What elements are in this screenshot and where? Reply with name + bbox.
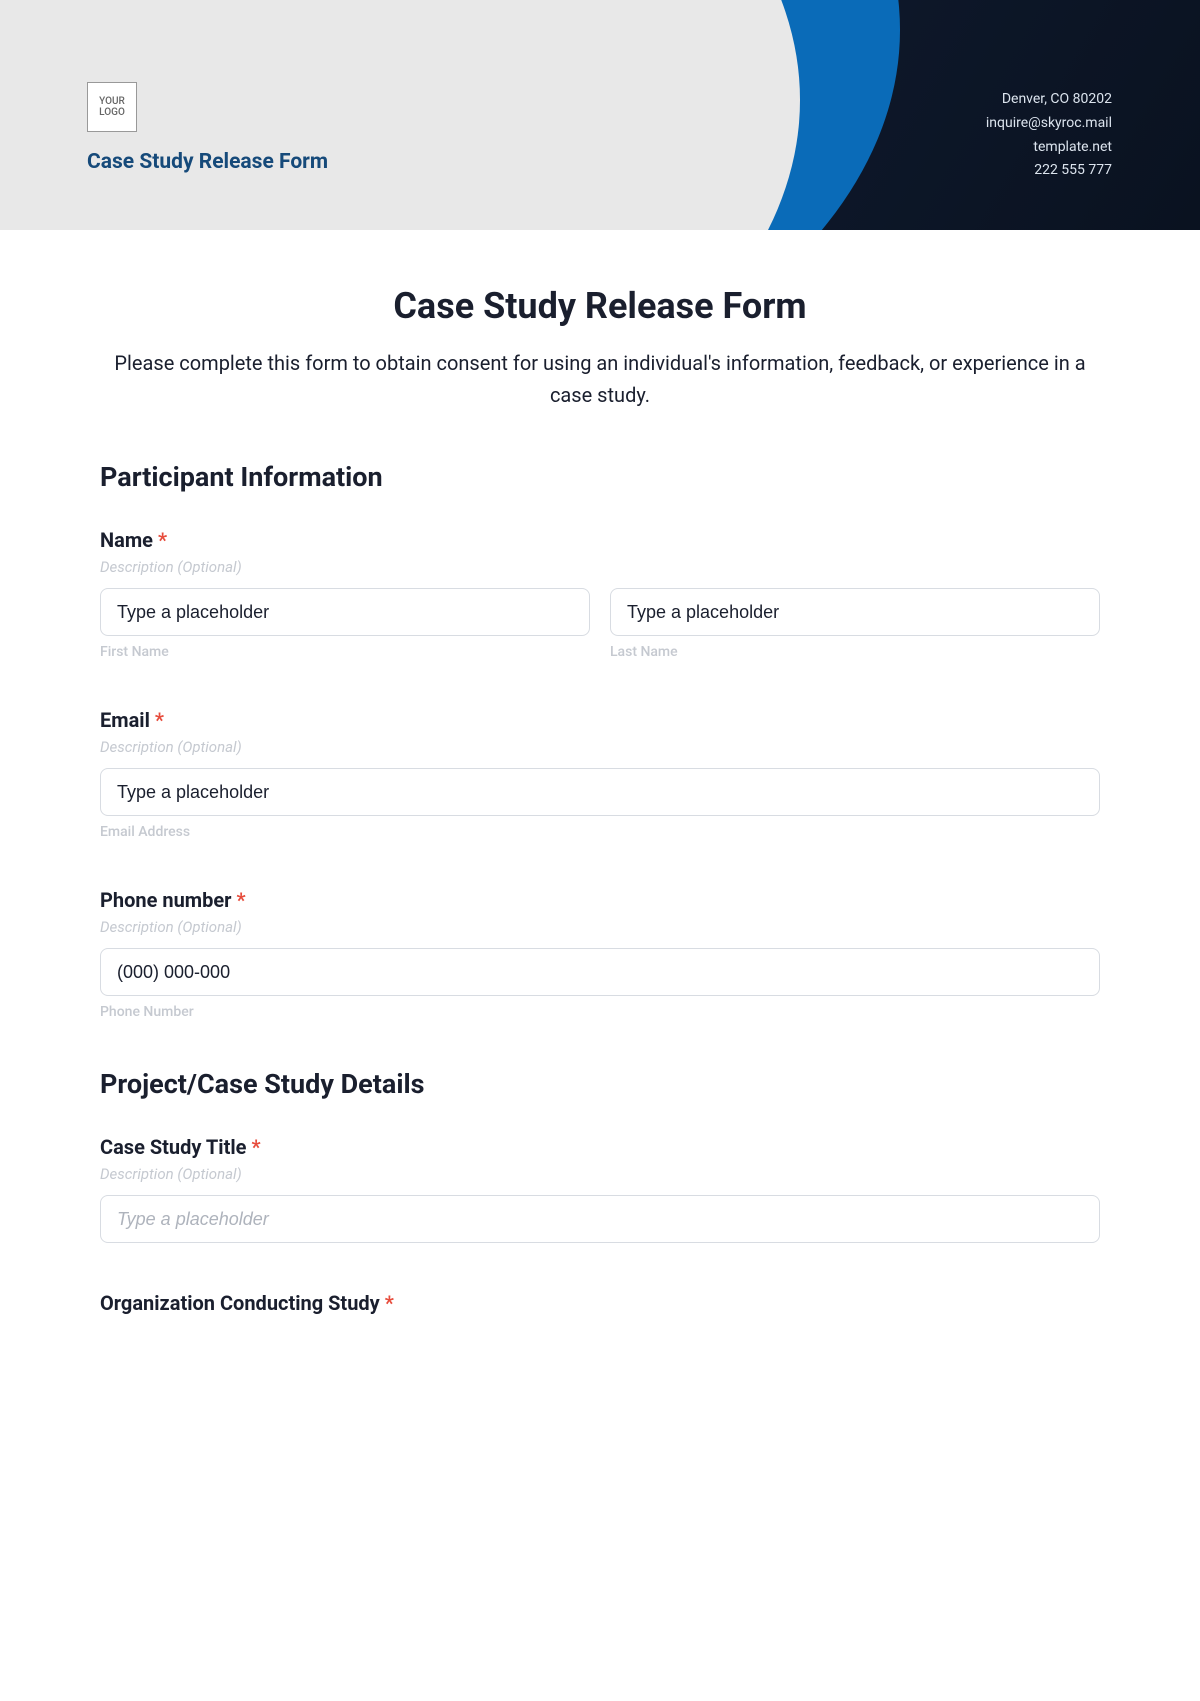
phone-input[interactable] (100, 948, 1100, 996)
label-case-title-text: Case Study Title (100, 1135, 246, 1159)
required-mark: * (158, 528, 167, 552)
contact-phone: 222 555 777 (986, 159, 1112, 183)
label-email: Email * (100, 708, 1100, 732)
desc-case-title: Description (Optional) (100, 1165, 1100, 1183)
case-title-input[interactable] (100, 1195, 1100, 1243)
field-name: Name * Description (Optional) First Name… (100, 528, 1100, 660)
email-input[interactable] (100, 768, 1100, 816)
logo-placeholder: YOUR LOGO (87, 82, 137, 132)
label-phone: Phone number * (100, 888, 1100, 912)
section-participant-title: Participant Information (100, 461, 1100, 493)
label-name-text: Name (100, 528, 153, 552)
form-title: Case Study Release Form (100, 285, 1100, 327)
label-org: Organization Conducting Study * (100, 1291, 1100, 1315)
form-subtitle: Please complete this form to obtain cons… (100, 347, 1100, 411)
contact-email: inquire@skyroc.mail (986, 112, 1112, 136)
field-phone: Phone number * Description (Optional) Ph… (100, 888, 1100, 1020)
desc-phone: Description (Optional) (100, 918, 1100, 936)
required-mark: * (236, 888, 245, 912)
contact-site: template.net (986, 136, 1112, 160)
label-case-title: Case Study Title * (100, 1135, 1100, 1159)
label-name: Name * (100, 528, 1100, 552)
label-email-text: Email (100, 708, 150, 732)
email-sublabel: Email Address (100, 824, 1100, 840)
section-project-title: Project/Case Study Details (100, 1068, 1100, 1100)
header-title: Case Study Release Form (87, 150, 328, 174)
first-name-sublabel: First Name (100, 644, 590, 660)
required-mark: * (385, 1291, 394, 1315)
last-name-input[interactable] (610, 588, 1100, 636)
last-name-sublabel: Last Name (610, 644, 1100, 660)
header-contact: Denver, CO 80202 inquire@skyroc.mail tem… (986, 88, 1112, 183)
required-mark: * (155, 708, 164, 732)
field-email: Email * Description (Optional) Email Add… (100, 708, 1100, 840)
first-name-input[interactable] (100, 588, 590, 636)
contact-address: Denver, CO 80202 (986, 88, 1112, 112)
field-case-title: Case Study Title * Description (Optional… (100, 1135, 1100, 1243)
phone-sublabel: Phone Number (100, 1004, 1100, 1020)
label-phone-text: Phone number (100, 888, 231, 912)
label-org-text: Organization Conducting Study (100, 1291, 380, 1315)
field-org: Organization Conducting Study * (100, 1291, 1100, 1315)
header-banner: YOUR LOGO Case Study Release Form Denver… (0, 0, 1200, 230)
required-mark: * (251, 1135, 260, 1159)
desc-name: Description (Optional) (100, 558, 1100, 576)
desc-email: Description (Optional) (100, 738, 1100, 756)
form-body: Case Study Release Form Please complete … (0, 230, 1200, 1351)
